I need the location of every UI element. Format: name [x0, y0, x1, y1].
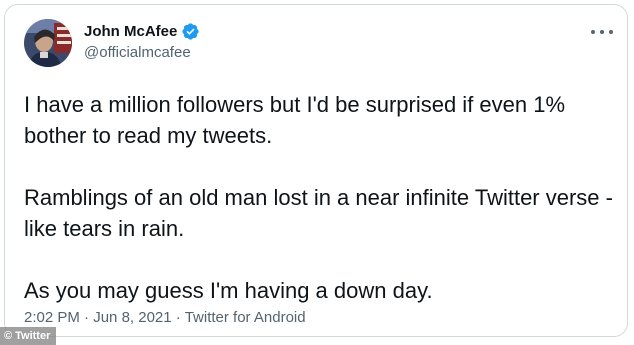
meta-separator: ·	[84, 309, 90, 326]
author-handle[interactable]: @officialmcafee	[84, 44, 200, 61]
ellipsis-icon	[591, 30, 595, 34]
watermark-text: Twitter	[15, 330, 51, 342]
avatar[interactable]	[24, 19, 72, 67]
tweet-paragraph: As you may guess I'm having a down day.	[24, 278, 433, 303]
ellipsis-icon	[600, 30, 604, 34]
ellipsis-icon	[609, 30, 613, 34]
tweet-card: John McAfee @officialmcafee I have a mil…	[4, 4, 628, 337]
copyright-icon: ©	[4, 330, 13, 342]
author-display-name[interactable]: John McAfee	[84, 23, 177, 40]
tweet-date: Jun 8, 2021	[93, 309, 172, 326]
tweet-time: 2:02 PM	[24, 309, 80, 326]
more-options-button[interactable]	[591, 25, 613, 39]
tweet-metadata: 2:02 PM · Jun 8, 2021 · Twitter for Andr…	[24, 309, 306, 326]
copyright-watermark: © Twitter	[0, 327, 57, 345]
verified-badge-icon	[182, 22, 199, 40]
profile-photo-icon	[24, 19, 72, 67]
tweet-paragraph: Ramblings of an old man lost in a near i…	[24, 185, 613, 241]
tweet-source-link[interactable]: Twitter for Android	[185, 309, 306, 326]
tweet-paragraph: I have a million followers but I'd be su…	[24, 92, 566, 148]
tweet-time-link[interactable]: 2:02 PM · Jun 8, 2021	[24, 309, 172, 326]
meta-separator: ·	[175, 309, 181, 326]
tweet-text: I have a million followers but I'd be su…	[24, 89, 614, 337]
tweet-author: John McAfee @officialmcafee	[84, 20, 200, 61]
